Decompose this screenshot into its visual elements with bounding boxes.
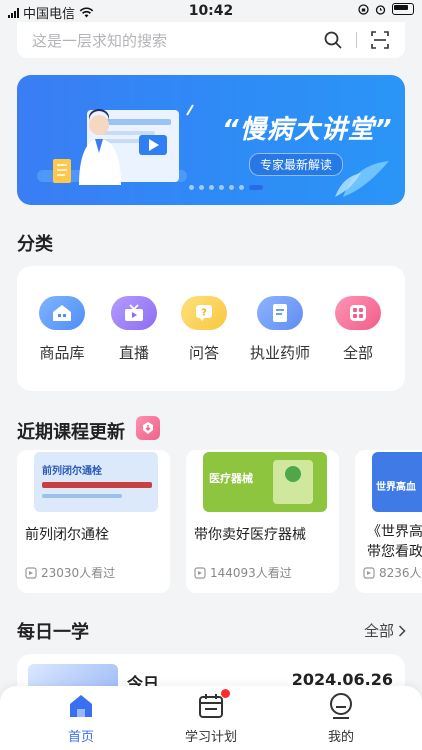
battery-icon <box>392 3 414 15</box>
store-icon <box>39 296 85 330</box>
banner-dot <box>189 185 194 190</box>
question-icon: ? <box>181 296 227 330</box>
search-icon[interactable] <box>318 25 348 55</box>
course-thumbnail: 世界高血 <box>372 452 422 512</box>
views-icon <box>194 566 206 579</box>
home-icon <box>67 692 95 720</box>
tab-profile[interactable]: 我的 <box>291 692 391 745</box>
categories-card: 商品库 直播 ? 问答 执业药师 全部 <box>17 266 405 391</box>
daily-more-label: 全部 <box>363 622 394 640</box>
tab-study-plan[interactable]: 学习计划 <box>161 689 261 745</box>
banner-dot-active <box>249 185 263 190</box>
grid-icon <box>335 296 381 330</box>
views-icon <box>25 566 37 579</box>
category-label: 直播 <box>118 344 149 362</box>
promo-banner[interactable]: “慢病大讲堂” 专家最新解读 <box>17 75 405 205</box>
banner-dot <box>229 185 234 190</box>
calendar-icon <box>197 689 230 720</box>
views-icon <box>363 566 375 579</box>
course-views: 144093人看过 <box>194 564 292 581</box>
tab-home[interactable]: 首页 <box>31 692 131 745</box>
doctor-illustration <box>37 104 194 185</box>
course-card[interactable]: 世界高血 《世界高血压日》带您看政策 8236人 <box>355 450 422 593</box>
course-thumbnail: 前列闭尔通栓 <box>34 452 158 512</box>
notification-dot <box>221 689 230 698</box>
course-thumb-text: 世界高血 <box>376 482 416 493</box>
category-label: 全部 <box>342 344 373 362</box>
banner-subtitle: 专家最新解读 <box>249 153 344 176</box>
new-badge-icon <box>136 416 160 440</box>
banner-pagination <box>189 185 263 190</box>
category-pharmacist[interactable]: 执业药师 <box>245 296 315 363</box>
tab-label: 我的 <box>327 730 354 745</box>
live-tv-icon <box>111 296 157 330</box>
tab-label: 首页 <box>67 730 94 745</box>
category-label: 商品库 <box>39 344 85 362</box>
course-card[interactable]: 医疗器械 带你卖好医疗器械 144093人看过 <box>186 450 339 593</box>
category-product-library[interactable]: 商品库 <box>27 296 97 363</box>
thumb-bar <box>42 482 152 488</box>
leaf-decoration <box>335 161 389 197</box>
svg-text:?: ? <box>201 308 207 319</box>
category-qa[interactable]: ? 问答 <box>169 296 239 363</box>
banner-dot <box>219 185 224 190</box>
alarm-icon <box>375 4 386 15</box>
course-title: 前列闭尔通栓 <box>25 527 109 543</box>
course-views-text: 144093人看过 <box>210 566 292 580</box>
course-thumbnail: 医疗器械 <box>203 452 327 512</box>
rotation-lock-icon <box>358 3 369 15</box>
scan-icon[interactable] <box>365 25 395 55</box>
thumb-bar <box>42 494 122 498</box>
daily-heading: 每日一学 <box>17 622 89 643</box>
tab-bar: 首页 学习计划 我的 <box>0 686 422 750</box>
recent-courses-heading: 近期课程更新 <box>17 422 125 443</box>
app-screen: 中国电信 10:42 这是一层求知的搜索 “慢病大讲堂” 专家最新解读 分类 商… <box>0 0 422 750</box>
profile-icon <box>327 692 355 720</box>
banner-dot <box>239 185 244 190</box>
banner-dot <box>209 185 214 190</box>
document-icon <box>257 296 303 330</box>
daily-more-link[interactable]: 全部 <box>364 620 406 641</box>
search-divider <box>356 32 357 48</box>
course-thumb-text: 前列闭尔通栓 <box>42 466 102 477</box>
course-title: 《世界高血压日》带您看政策 <box>367 524 422 560</box>
tab-label: 学习计划 <box>184 730 237 745</box>
category-live[interactable]: 直播 <box>99 296 169 363</box>
search-bar[interactable]: 这是一层求知的搜索 <box>17 22 405 58</box>
category-label: 问答 <box>188 344 219 362</box>
status-bar: 中国电信 10:42 <box>0 0 422 22</box>
course-title: 带你卖好医疗器械 <box>194 527 306 543</box>
banner-title: “慢病大讲堂” <box>222 115 393 145</box>
status-right <box>358 3 414 15</box>
thumb-device <box>285 466 301 482</box>
course-views: 8236人 <box>363 564 422 581</box>
categories-heading: 分类 <box>17 234 53 255</box>
course-views: 23030人看过 <box>25 564 115 581</box>
banner-dot <box>199 185 204 190</box>
chevron-right-icon <box>398 624 406 637</box>
course-views-text: 23030人看过 <box>41 566 116 580</box>
search-placeholder[interactable]: 这是一层求知的搜索 <box>32 30 318 51</box>
course-views-text: 8236人 <box>379 566 422 580</box>
category-label: 执业药师 <box>249 344 310 362</box>
course-card[interactable]: 前列闭尔通栓 前列闭尔通栓 23030人看过 <box>17 450 170 593</box>
category-all[interactable]: 全部 <box>323 296 393 363</box>
course-thumb-text: 医疗器械 <box>209 472 253 485</box>
